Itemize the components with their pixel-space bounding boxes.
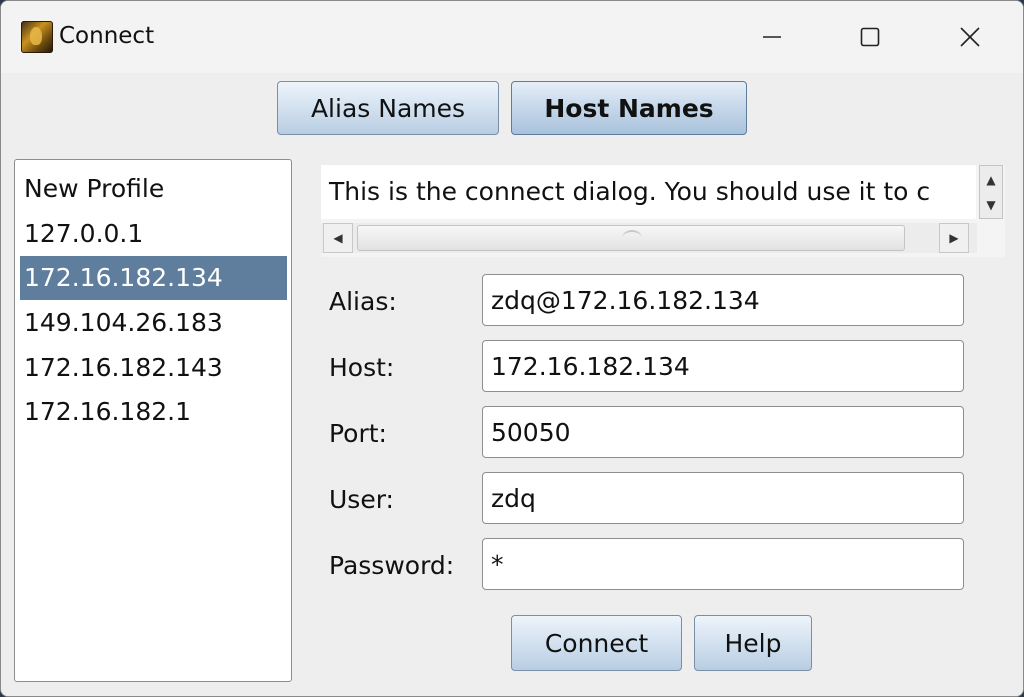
profile-item[interactable]: 172.16.182.143 <box>20 346 287 390</box>
maximize-icon <box>859 26 881 48</box>
description-scroll-pane: This is the connect dialog. You should u… <box>321 165 1005 257</box>
close-icon <box>959 26 981 48</box>
minimize-button[interactable] <box>737 15 807 59</box>
scroll-up-icon[interactable]: ▲ <box>982 168 1000 192</box>
scroll-down-icon[interactable]: ▼ <box>982 193 1000 217</box>
port-label: Port: <box>329 419 387 448</box>
scrollbar-thumb[interactable] <box>357 225 905 251</box>
scroll-left-icon[interactable]: ◀ <box>323 223 353 253</box>
scroll-right-icon[interactable]: ▶ <box>939 223 969 253</box>
connect-button[interactable]: Connect <box>511 615 682 671</box>
close-button[interactable] <box>935 15 1005 59</box>
dialog-content: Alias Names Host Names New Profile 127.0… <box>1 73 1023 696</box>
profile-list[interactable]: New Profile 127.0.0.1 172.16.182.134 149… <box>14 159 292 682</box>
help-button[interactable]: Help <box>694 615 812 671</box>
title-bar[interactable]: Connect <box>1 1 1023 73</box>
user-field[interactable] <box>482 472 964 524</box>
alias-field[interactable] <box>482 274 964 326</box>
profile-item-selected[interactable]: 172.16.182.134 <box>20 256 287 300</box>
port-field[interactable] <box>482 406 964 458</box>
vertical-scrollbar[interactable]: ▲ ▼ <box>979 165 1003 219</box>
host-field[interactable] <box>482 340 964 392</box>
app-icon <box>21 21 53 53</box>
window-title: Connect <box>59 23 155 49</box>
description-viewport: This is the connect dialog. You should u… <box>321 165 976 219</box>
profile-item[interactable]: 127.0.0.1 <box>20 212 287 256</box>
host-label: Host: <box>329 353 395 382</box>
user-label: User: <box>329 485 394 514</box>
connect-dialog-window: Connect Alias Names Host Names New Profi… <box>0 0 1024 697</box>
horizontal-scrollbar[interactable]: ◀ ▶ <box>321 223 977 253</box>
alias-names-button[interactable]: Alias Names <box>277 81 499 135</box>
grip-icon <box>622 230 642 246</box>
alias-label: Alias: <box>329 287 397 316</box>
profile-item[interactable]: 172.16.182.1 <box>20 390 287 434</box>
description-text: This is the connect dialog. You should u… <box>329 177 931 206</box>
profile-item[interactable]: 149.104.26.183 <box>20 301 287 345</box>
maximize-button[interactable] <box>835 15 905 59</box>
password-field[interactable] <box>482 538 964 590</box>
profile-item-new-profile[interactable]: New Profile <box>20 167 287 211</box>
password-label: Password: <box>329 551 455 580</box>
minimize-icon <box>761 26 783 48</box>
host-names-button[interactable]: Host Names <box>511 81 747 135</box>
